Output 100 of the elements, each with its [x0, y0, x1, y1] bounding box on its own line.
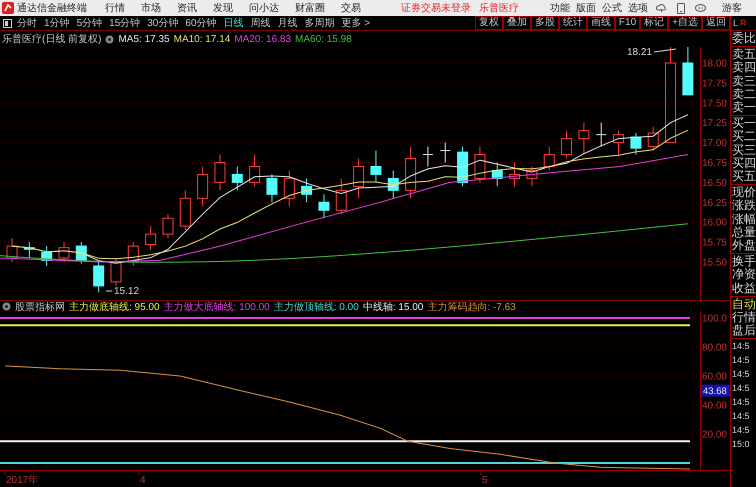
date-axis-label: 2017年 — [6, 475, 38, 486]
candlestick — [388, 170, 399, 199]
period-tab[interactable]: 月线 — [278, 16, 298, 30]
period-tab[interactable]: 多周期 — [304, 16, 334, 30]
quote-label: 卖五 — [731, 48, 756, 62]
app-name: 通达信金融终端 — [17, 2, 87, 15]
toolbar-button[interactable]: 返回 — [702, 16, 730, 30]
menu-item[interactable]: 功能 — [550, 1, 570, 15]
settings-icon[interactable] — [2, 302, 11, 311]
chart-title: 乐普医疗(日线 前复权) — [2, 32, 102, 46]
quote-label: 卖三 — [731, 74, 756, 88]
menu-item[interactable]: 资讯 — [177, 1, 197, 15]
period-tab[interactable]: 周线 — [250, 16, 270, 30]
menu-item[interactable]: 行情 — [105, 1, 125, 15]
price-tick-label: 17.00 — [702, 138, 727, 150]
candlestick — [76, 242, 87, 264]
moving-average-value: MA10: 17.14 — [174, 34, 230, 44]
toolbar-button[interactable]: 统计 — [558, 16, 587, 30]
period-tab[interactable]: 5分钟 — [76, 16, 102, 30]
trade-time: 15:0 — [731, 438, 751, 452]
candlestick — [128, 242, 139, 266]
status-notice[interactable]: 证券交易未登录 — [401, 1, 471, 15]
moving-average-value: MA5: 17.35 — [118, 34, 170, 44]
menu-item[interactable]: 发现 — [213, 1, 233, 15]
toolbar-button[interactable]: F10 — [614, 16, 640, 30]
mode-tab[interactable]: 自动 — [731, 298, 756, 312]
trade-time: 14:5 — [731, 340, 751, 354]
date-axis-label: 5 — [482, 475, 488, 486]
mode-tab[interactable]: 盘后 — [731, 324, 756, 338]
indicator-value: 主力做底轴线: 95.00 — [69, 300, 160, 314]
period-tab[interactable]: 15分钟 — [109, 16, 140, 30]
high-price-label: 18.21 — [626, 47, 676, 58]
price-tick-label: 17.50 — [702, 98, 727, 110]
quote-label: 卖四 — [731, 61, 756, 75]
candlestick — [353, 158, 364, 199]
quote-label: 净资 — [731, 268, 756, 282]
low-price-label: 15.12 — [106, 286, 140, 297]
menu-item[interactable]: 市场 — [141, 1, 161, 15]
panel-tab[interactable]: L — [733, 18, 738, 28]
toolbar-button[interactable]: 多股 — [530, 16, 559, 30]
quote-label: 收益 — [731, 282, 756, 295]
toolbar-button[interactable]: +自选 — [668, 16, 702, 30]
quote-label: 卖一 — [731, 101, 756, 114]
candlestick — [214, 154, 226, 191]
menu-item[interactable]: 公式 — [602, 1, 622, 15]
period-tab[interactable]: 日线 — [224, 16, 244, 30]
menu-item[interactable]: 交易 — [341, 1, 361, 15]
toolbar-button[interactable]: 复权 — [474, 16, 503, 30]
quote-label: 总量 — [731, 226, 756, 240]
indicator-tick-label: 100.0 — [702, 314, 727, 324]
candlestick — [682, 47, 694, 96]
trade-time: 14:5 — [731, 424, 751, 438]
mode-tab[interactable]: 行情 — [731, 311, 756, 324]
more-link[interactable]: 更多 > — [342, 16, 370, 30]
candlestick — [318, 194, 330, 219]
candlestick — [509, 162, 520, 187]
quote-label: 买二 — [731, 130, 756, 144]
period-tab[interactable]: 1分钟 — [44, 16, 70, 30]
square-icon[interactable] — [3, 18, 12, 28]
price-tick-label: 16.75 — [702, 158, 727, 169]
candlestick — [232, 166, 243, 191]
indicator-tick-label: 20.00 — [702, 430, 727, 440]
phone-icon[interactable] — [677, 2, 685, 14]
quote-label: 买四 — [731, 156, 756, 170]
user-label[interactable]: 游客 — [722, 1, 742, 15]
candlestick — [474, 146, 486, 183]
toolbar-button[interactable]: 标记 — [640, 16, 668, 30]
quote-label: 涨跌 — [731, 199, 756, 213]
quote-label: 买三 — [731, 144, 756, 157]
cloud-icon[interactable] — [656, 3, 667, 13]
status-notice[interactable]: 乐普医疗 — [479, 1, 519, 15]
trade-time: 14:5 — [731, 382, 751, 396]
price-tick-label: 15.75 — [702, 238, 727, 249]
price-tick-label: 16.50 — [702, 178, 727, 189]
toolbar-button[interactable]: 叠加 — [502, 16, 531, 30]
gear-icon[interactable] — [105, 34, 114, 44]
candlestick — [440, 142, 451, 163]
trade-time: 14:5 — [731, 396, 751, 410]
menu-item[interactable]: 问小达 — [249, 1, 279, 15]
menu-item[interactable]: 财富圈 — [295, 1, 325, 15]
panel-tab[interactable]: R — [740, 18, 747, 28]
period-tab[interactable]: 30分钟 — [147, 16, 178, 30]
indicator-name: 股票指标网 — [15, 300, 65, 314]
quote-label: 现价 — [731, 186, 756, 200]
indicator-tick-label: 60.00 — [702, 372, 727, 382]
toolbar-button[interactable]: 画线 — [586, 16, 615, 30]
candlestick — [41, 246, 52, 266]
period-tab[interactable]: 分时 — [17, 16, 37, 30]
candlestick — [578, 122, 590, 156]
candlestick — [630, 132, 642, 156]
indicator-value: 中线轴: 15.00 — [362, 300, 424, 314]
menu-item[interactable]: 版面 — [576, 1, 596, 15]
candlestick — [93, 262, 104, 293]
candlestick — [6, 238, 18, 262]
menu-item[interactable]: 选项 — [628, 1, 648, 15]
period-tab[interactable]: 60分钟 — [185, 16, 216, 30]
quote-label: 外盘 — [731, 239, 756, 252]
chat-icon[interactable] — [695, 4, 706, 12]
quote-label: 买一 — [731, 117, 756, 130]
price-tick-label: 16.00 — [702, 218, 727, 229]
